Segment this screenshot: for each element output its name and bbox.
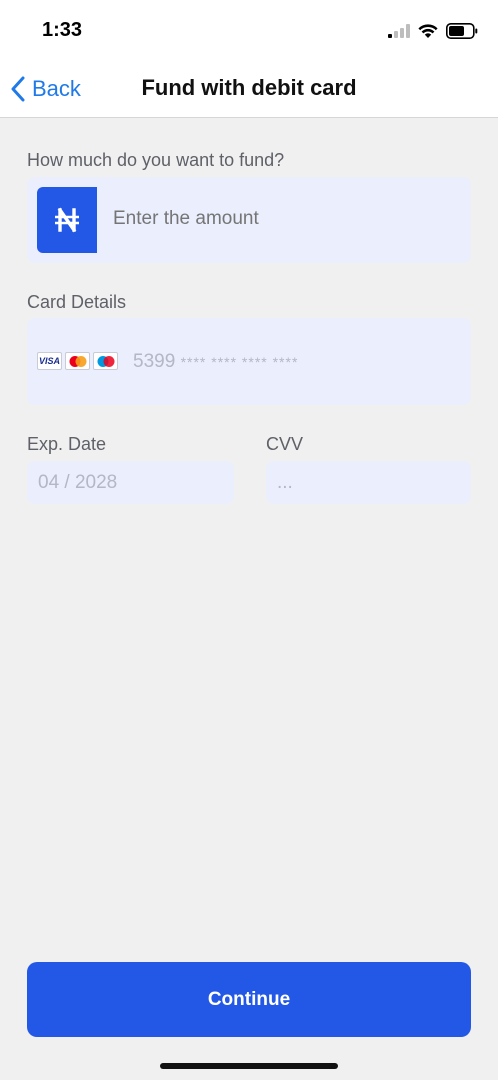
expiry-input[interactable]: 04 / 2028 xyxy=(38,472,117,494)
card-number-mask: **** **** **** **** xyxy=(180,354,299,370)
chevron-left-icon xyxy=(11,76,25,102)
card-number-prefix: 5399 xyxy=(133,351,176,372)
visa-logo-text: VISA xyxy=(38,356,60,366)
amount-input[interactable] xyxy=(113,208,453,230)
status-icons xyxy=(388,20,478,42)
status-time: 1:33 xyxy=(42,19,83,41)
wifi-icon xyxy=(418,23,438,38)
expiry-field[interactable]: 04 / 2028 xyxy=(27,461,234,504)
back-label: Back xyxy=(32,76,81,101)
navigation-bar: Back Fund with debit card xyxy=(0,60,498,118)
cvv-label: CVV xyxy=(266,434,304,454)
cvv-field[interactable]: ... xyxy=(266,461,471,504)
visa-icon: VISA xyxy=(37,352,62,370)
naira-icon xyxy=(55,207,79,233)
card-number-field[interactable]: VISA 5399 **** **** **** **** xyxy=(27,318,471,405)
signal-icon xyxy=(388,24,410,38)
amount-label: How much do you want to fund? xyxy=(27,150,285,170)
back-button[interactable]: Back xyxy=(10,72,81,106)
battery-icon xyxy=(446,23,478,39)
amount-field[interactable] xyxy=(27,177,471,263)
cvv-input[interactable]: ... xyxy=(277,472,293,494)
card-brand-logos: VISA xyxy=(37,352,118,370)
card-details-label: Card Details xyxy=(27,292,127,312)
mastercard-icon xyxy=(65,352,90,370)
status-bar: 1:33 xyxy=(0,0,498,60)
card-number-input[interactable]: 5399 **** **** **** **** xyxy=(133,351,298,373)
expiry-label: Exp. Date xyxy=(27,434,107,454)
maestro-icon xyxy=(93,352,118,370)
continue-button[interactable]: Continue xyxy=(27,962,471,1037)
home-indicator xyxy=(160,1063,338,1069)
naira-currency-badge xyxy=(37,187,97,253)
